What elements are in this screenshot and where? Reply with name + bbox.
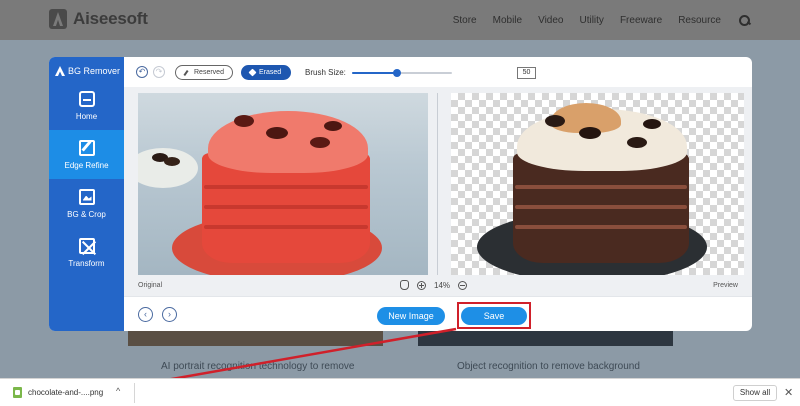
split-divider: [437, 93, 438, 275]
next-button[interactable]: ›: [162, 307, 177, 322]
chevron-up-icon[interactable]: ^: [116, 386, 120, 396]
editor-canvas: [124, 87, 752, 296]
background-image-left: [128, 330, 383, 346]
logo-icon: [49, 9, 67, 29]
undo-button[interactable]: ↶: [136, 66, 148, 78]
sidebar-item-edge-refine[interactable]: Edge Refine: [49, 130, 124, 179]
sidebar-item-transform[interactable]: Transform: [49, 228, 124, 277]
cake-layer: [515, 205, 687, 209]
brush-size-fill: [352, 72, 397, 74]
close-icon[interactable]: ✕: [784, 386, 793, 399]
sidebar-item-home[interactable]: Home: [49, 81, 124, 130]
site-nav: Store Mobile Video Utility Freeware Reso…: [453, 0, 750, 40]
cookie-topping: [579, 127, 601, 139]
background-caption-left: AI portrait recognition technology to re…: [161, 361, 355, 372]
hand-icon[interactable]: [400, 280, 409, 290]
erased-label: Erased: [259, 69, 282, 76]
cookie-topping: [310, 137, 330, 148]
zoom-out-icon[interactable]: [458, 280, 468, 290]
crop-icon: [78, 188, 95, 205]
site-logo[interactable]: Aiseesoft: [49, 9, 148, 29]
transform-icon: [78, 237, 95, 254]
cookie-topping: [234, 115, 254, 127]
cake-layer: [515, 185, 687, 189]
cookie-topping: [545, 115, 565, 127]
sidebar: BG Remover Home Edge Refine BG & Crop Tr…: [49, 57, 124, 331]
save-button[interactable]: Save: [461, 307, 527, 325]
brush-size-input[interactable]: 50: [517, 67, 536, 79]
app-title: BG Remover: [55, 66, 120, 76]
cake-layer: [204, 225, 368, 229]
previous-button[interactable]: ‹: [138, 307, 153, 322]
nav-video[interactable]: Video: [538, 15, 563, 26]
cookie-topping: [643, 119, 661, 129]
side-plate: [138, 148, 198, 188]
original-label: Original: [138, 282, 163, 289]
cookie-topping: [627, 137, 647, 148]
cookie-topping: [324, 121, 342, 131]
nav-resource[interactable]: Resource: [678, 15, 721, 26]
sidebar-item-label: BG & Crop: [67, 209, 106, 219]
side-cookie: [164, 157, 180, 166]
nav-store[interactable]: Store: [453, 15, 477, 26]
zoom-in-icon[interactable]: [417, 280, 426, 290]
nav-mobile[interactable]: Mobile: [493, 15, 522, 26]
reserved-button[interactable]: Reserved: [175, 65, 233, 80]
reserved-label: Reserved: [194, 69, 224, 76]
new-image-button[interactable]: New Image: [377, 307, 445, 325]
app-logo-icon: [55, 66, 65, 76]
brush-size-label: Brush Size:: [305, 68, 346, 77]
background-image-right: [418, 330, 673, 346]
sidebar-item-bg-crop[interactable]: BG & Crop: [49, 179, 124, 228]
nav-utility[interactable]: Utility: [579, 15, 603, 26]
brush-icon: [184, 69, 191, 76]
logo-text: Aiseesoft: [73, 9, 148, 28]
toolbar: ↶ ↷ Reserved Erased Brush Size: 50: [124, 57, 752, 87]
eraser-icon: [248, 68, 257, 77]
cake-layer: [515, 225, 687, 229]
zoom-controls: 14%: [400, 280, 468, 290]
cake-layer: [204, 185, 368, 189]
redo-button[interactable]: ↷: [153, 66, 165, 78]
cake-layer: [204, 205, 368, 209]
app-title-text: BG Remover: [68, 66, 121, 76]
erased-button[interactable]: Erased: [241, 65, 291, 80]
sidebar-item-label: Transform: [68, 258, 105, 268]
nav-freeware[interactable]: Freeware: [620, 15, 662, 26]
search-icon[interactable]: [739, 14, 750, 26]
download-file-name[interactable]: chocolate-and-....png: [28, 388, 103, 397]
app-footer: ‹ › New Image Save: [124, 296, 752, 331]
site-header: Aiseesoft Store Mobile Video Utility Fre…: [0, 0, 800, 40]
home-icon: [78, 90, 95, 107]
brush-size-handle[interactable]: [393, 69, 401, 77]
cookie-topping: [266, 127, 288, 139]
brush-size-slider[interactable]: [352, 69, 452, 77]
sidebar-item-label: Home: [75, 111, 98, 121]
preview-label: Preview: [713, 282, 738, 289]
original-image[interactable]: [138, 93, 428, 275]
download-bar: chocolate-and-....png ^ Show all ✕: [0, 378, 800, 406]
cake-frosting: [208, 111, 368, 173]
show-all-button[interactable]: Show all: [733, 385, 777, 401]
divider: [134, 383, 135, 403]
canvas-status-bar: Original 14% Preview: [124, 276, 752, 296]
background-caption-right: Object recognition to remove background: [457, 361, 640, 372]
zoom-level: 14%: [434, 280, 451, 290]
bg-remover-app: BG Remover Home Edge Refine BG & Crop Tr…: [49, 57, 752, 331]
preview-image[interactable]: [451, 93, 744, 275]
image-file-icon: [13, 387, 22, 398]
sidebar-item-label: Edge Refine: [64, 160, 109, 170]
edge-refine-icon: [78, 139, 95, 156]
